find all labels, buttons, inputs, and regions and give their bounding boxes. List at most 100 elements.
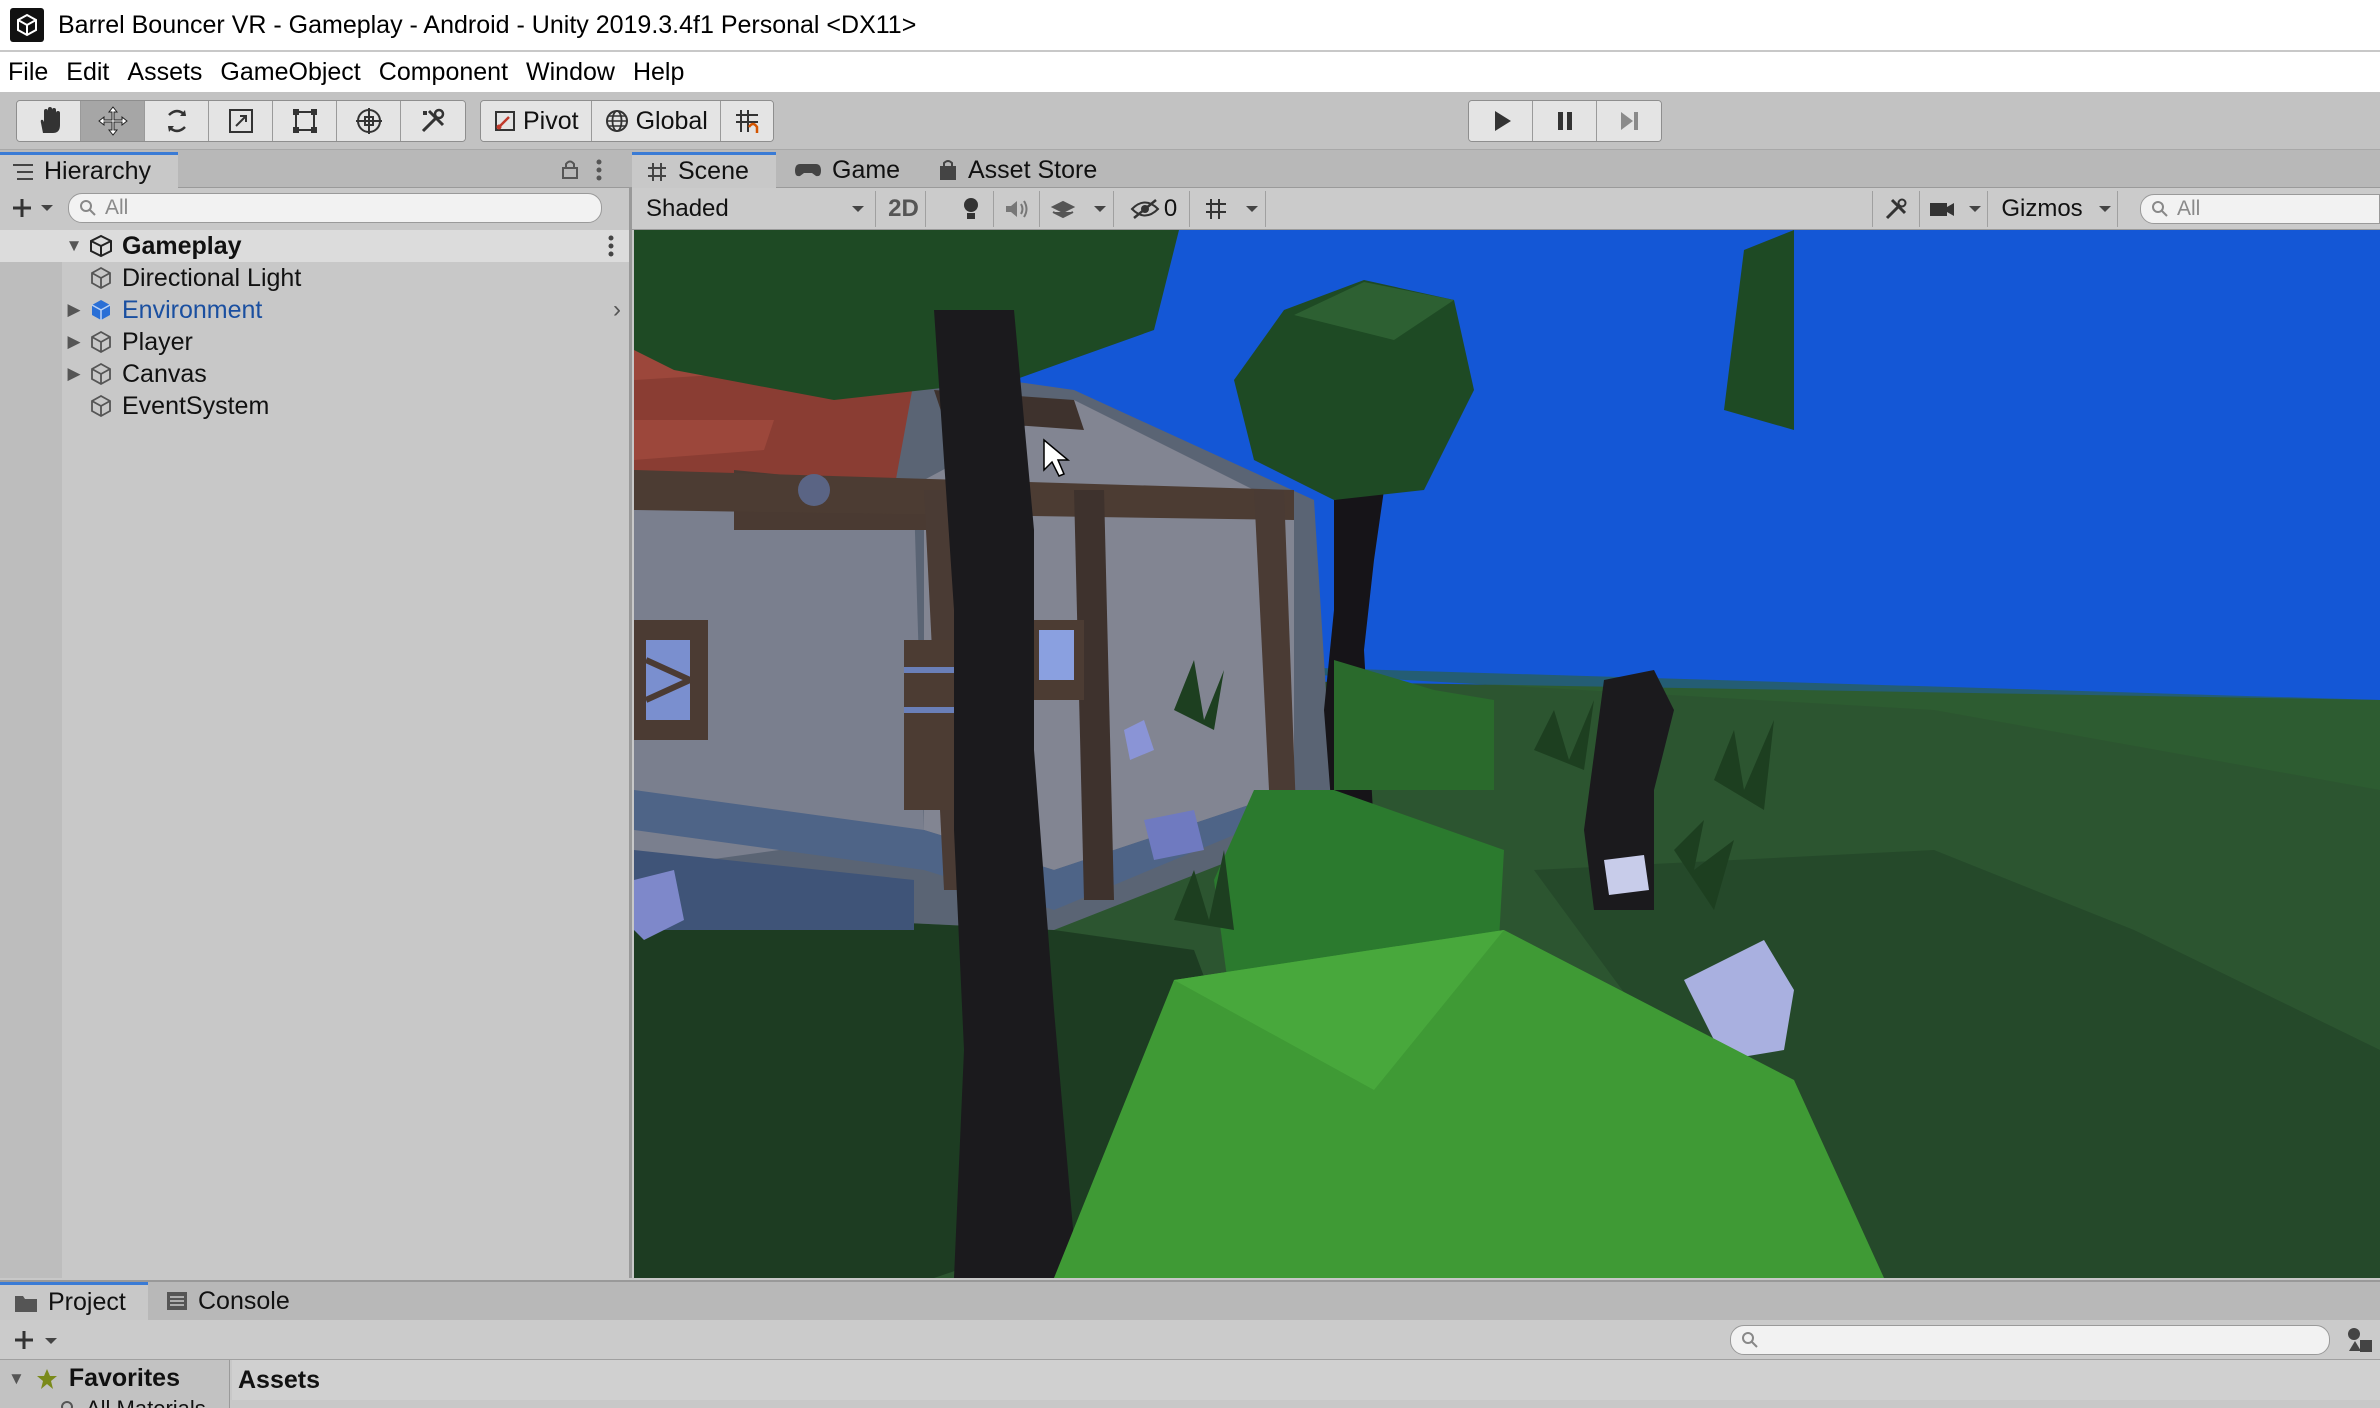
favorites-item[interactable]: All Materials: [60, 1396, 206, 1408]
custom-tool-button[interactable]: [401, 101, 465, 141]
audio-toggle[interactable]: [994, 191, 1040, 227]
tab-asset-store[interactable]: Asset Store: [924, 152, 1111, 188]
collapse-arrow-icon[interactable]: ▼: [8, 1369, 25, 1389]
menu-gameobject[interactable]: GameObject: [218, 56, 362, 89]
camera-dropdown[interactable]: [1962, 191, 1988, 227]
camera-settings-button[interactable]: [1922, 191, 1962, 227]
menu-window[interactable]: Window: [524, 56, 617, 89]
gizmos-button[interactable]: Gizmos: [1992, 191, 2092, 227]
tab-project[interactable]: Project: [0, 1282, 148, 1320]
tab-console-label: Console: [198, 1286, 290, 1315]
global-label: Global: [635, 106, 708, 135]
hierarchy-item[interactable]: ▶ Canvas: [0, 358, 629, 390]
tab-game[interactable]: Game: [780, 152, 914, 188]
hierarchy-toolbar: All: [0, 188, 632, 228]
rotate-icon: [167, 109, 186, 133]
shading-mode-dropdown[interactable]: Shaded: [636, 191, 876, 227]
favorites-pane: ▼ Favorites All Materials: [0, 1360, 230, 1408]
project-search-input[interactable]: [1730, 1325, 2330, 1355]
tab-console[interactable]: Console: [152, 1282, 304, 1320]
scene-visibility-toggle[interactable]: 0: [1118, 191, 1190, 227]
expand-arrow-icon[interactable]: ▶: [62, 364, 86, 384]
grid-dropdown[interactable]: [1238, 191, 1266, 227]
scale-icon: [228, 109, 253, 133]
lighting-toggle[interactable]: [948, 191, 994, 227]
hierarchy-item[interactable]: ▶ Environment ›: [0, 294, 629, 326]
prefab-open-chevron-icon[interactable]: ›: [613, 296, 621, 324]
scene-kebab-icon[interactable]: [607, 234, 615, 258]
hierarchy-tab-bar: Hierarchy: [0, 150, 632, 188]
hierarchy-item[interactable]: EventSystem: [0, 390, 629, 422]
menu-bar: File Edit Assets GameObject Component Wi…: [0, 52, 2380, 92]
hand-tool-button[interactable]: [17, 101, 81, 141]
grid-toggle[interactable]: [1194, 191, 1238, 227]
scale-tool-button[interactable]: [209, 101, 273, 141]
move-tool-button[interactable]: [81, 101, 145, 141]
rect-tool-button[interactable]: [273, 101, 337, 141]
camera-icon: [1930, 203, 1954, 216]
collapse-arrow-icon[interactable]: ▼: [62, 236, 86, 256]
move-arrows-icon: [97, 106, 128, 136]
play-button[interactable]: [1469, 101, 1533, 141]
gameobject-cube-icon: [86, 263, 116, 293]
mode-2d-toggle[interactable]: 2D: [882, 191, 926, 227]
pause-icon: [1557, 112, 1572, 130]
filter-by-type-icon[interactable]: [2346, 1326, 2374, 1354]
globe-icon: [605, 110, 628, 132]
pivot-global-group: Pivot Global: [480, 100, 774, 142]
scene-view-toolbar: Shaded 2D 0 Gizmos All: [632, 188, 2380, 230]
tab-scene[interactable]: Scene: [632, 152, 776, 188]
pause-button[interactable]: [1533, 101, 1597, 141]
chevron-down-icon[interactable]: [44, 1336, 58, 1346]
expand-arrow-icon[interactable]: ▶: [62, 332, 86, 352]
unity-scene-icon: [86, 231, 116, 261]
project-body: ▼ Favorites All Materials Assets: [0, 1360, 2380, 1408]
menu-help[interactable]: Help: [631, 56, 686, 89]
step-button[interactable]: [1597, 101, 1661, 141]
favorites-row[interactable]: ▼ Favorites: [8, 1364, 180, 1393]
effects-toggle[interactable]: [1040, 191, 1086, 227]
menu-assets[interactable]: Assets: [125, 56, 204, 89]
gizmos-dropdown[interactable]: [2092, 191, 2118, 227]
transform-tools: [16, 100, 466, 142]
project-toolbar: [0, 1320, 2380, 1360]
chevron-down-icon: [1093, 206, 1106, 212]
transform-tool-button[interactable]: [337, 101, 401, 141]
play-icon: [1494, 111, 1511, 131]
transform-gizmo-icon: [355, 108, 382, 134]
scene-search-input[interactable]: All: [2140, 194, 2380, 224]
global-toggle[interactable]: Global: [591, 101, 721, 141]
hierarchy-search-input[interactable]: All: [68, 193, 602, 223]
menu-component[interactable]: Component: [377, 56, 510, 89]
scene-viewport[interactable]: [634, 230, 2380, 1278]
gizmos-label: Gizmos: [2001, 195, 2083, 222]
scene-row-gameplay[interactable]: ▼ Gameplay: [0, 230, 629, 262]
rotate-tool-button[interactable]: [145, 101, 209, 141]
pivot-toggle[interactable]: Pivot: [481, 101, 592, 141]
effects-dropdown[interactable]: [1086, 191, 1114, 227]
hierarchy-tree: ▼ Gameplay Directional Light ▶ Environment…: [0, 230, 629, 1278]
effects-layers-icon: [1050, 200, 1076, 219]
kebab-menu-icon[interactable]: [594, 158, 604, 182]
expand-arrow-icon[interactable]: ▶: [62, 300, 86, 320]
scene-tools-button[interactable]: [1872, 191, 1920, 227]
hierarchy-item[interactable]: ▶ Player: [0, 326, 629, 358]
scene-render: [634, 230, 2380, 1278]
plus-icon[interactable]: [10, 196, 34, 220]
menu-edit[interactable]: Edit: [64, 56, 111, 89]
lightbulb-icon: [963, 198, 978, 219]
favorites-label: Favorites: [68, 1364, 180, 1392]
menu-file[interactable]: File: [6, 56, 50, 89]
snap-settings-button[interactable]: [720, 101, 773, 141]
assets-label[interactable]: Assets: [238, 1366, 320, 1395]
hidden-count: 0: [1163, 195, 1178, 222]
lock-icon[interactable]: [560, 158, 580, 180]
favorites-item-label: All Materials: [86, 1396, 206, 1408]
tab-hierarchy[interactable]: Hierarchy: [0, 152, 178, 188]
scene-tab-bar: Scene Game Asset Store: [632, 150, 2380, 188]
chevron-down-icon[interactable]: [40, 203, 54, 213]
scene-search-placeholder: All: [2177, 197, 2201, 220]
plus-icon[interactable]: [12, 1328, 36, 1352]
hierarchy-item[interactable]: Directional Light: [0, 262, 629, 294]
hierarchy-panel: Hierarchy All ▼ Gameplay Directional Lig…: [0, 150, 632, 1278]
